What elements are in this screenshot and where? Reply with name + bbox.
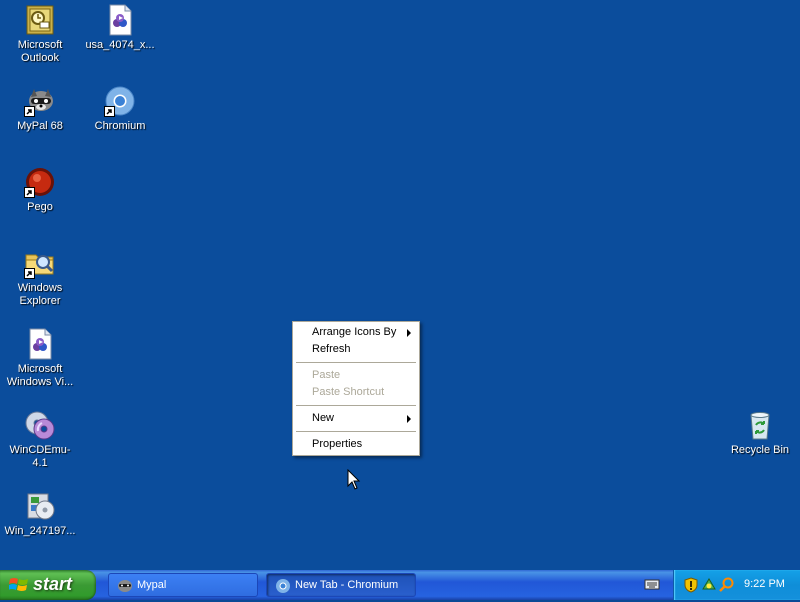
desktop-icon-win-247197[interactable]: Win_247197... [2, 490, 78, 538]
explorer-icon [24, 247, 56, 279]
chromium-icon [104, 85, 136, 117]
desktop-icon-wincdemu[interactable]: WinCDEmu-4.1 [2, 409, 78, 470]
menu-separator [296, 405, 416, 406]
media-file-icon [24, 328, 56, 360]
menu-item-paste: Paste [293, 367, 419, 384]
mypal-icon [24, 85, 56, 117]
menu-item-label: Arrange Icons By [312, 326, 397, 338]
desktop-icon-label: WinCDEmu-4.1 [9, 444, 71, 469]
cd-icon [24, 409, 56, 441]
menu-item-label: Paste [312, 369, 341, 381]
taskbar: start Mypal New Tab - Chromium 9:22 PM [0, 570, 800, 600]
desktop-icon-windows-explorer[interactable]: Windows Explorer [2, 247, 78, 308]
search-icon[interactable] [719, 577, 735, 593]
desktop-icon-microsoft-outlook[interactable]: Microsoft Outlook [2, 4, 78, 65]
menu-item-label: Paste Shortcut [312, 386, 385, 398]
desktop-icon-label: Pego [27, 201, 53, 213]
menu-item-label: Refresh [312, 343, 351, 355]
taskbar-button-mypal[interactable]: Mypal [108, 573, 258, 597]
mypal-icon [117, 578, 133, 594]
menu-item-refresh[interactable]: Refresh [293, 341, 419, 358]
desktop-icon-recycle-bin[interactable]: Recycle Bin [722, 409, 798, 457]
desktop-icon-label: Chromium [94, 120, 146, 132]
desktop-icon-pego[interactable]: Pego [2, 166, 78, 214]
installer-icon [24, 490, 56, 522]
desktop-icon-label: Recycle Bin [730, 444, 790, 456]
menu-item-label: New [312, 412, 335, 424]
desktop-icon-usa-4074[interactable]: usa_4074_x... [82, 4, 158, 52]
desktop-icon-chromium[interactable]: Chromium [82, 85, 158, 133]
chromium-icon [275, 578, 291, 594]
desktop[interactable]: Microsoft Outlook usa_4074_x... MyPal 68… [0, 0, 800, 570]
desktop-icon-label: Microsoft Outlook [17, 39, 63, 64]
start-label: start [33, 574, 73, 594]
media-file-icon [104, 4, 136, 36]
menu-separator [296, 362, 416, 363]
menu-separator [296, 431, 416, 432]
menu-item-arrange-icons-by[interactable]: Arrange Icons By [293, 324, 419, 341]
desktop-icon-microsoft-windows-vi[interactable]: Microsoft Windows Vi... [2, 328, 78, 389]
desktop-icon-label: Win_247197... [4, 525, 76, 537]
menu-item-properties[interactable]: Properties [293, 436, 419, 453]
recycle-bin-icon [744, 409, 776, 441]
mouse-pointer-icon [347, 468, 361, 494]
pego-icon [24, 166, 56, 198]
menu-item-paste-shortcut: Paste Shortcut [293, 384, 419, 401]
keyboard-icon[interactable] [644, 577, 660, 594]
shortcut-arrow-icon [24, 268, 35, 279]
desktop-icon-mypal-68[interactable]: MyPal 68 [2, 85, 78, 133]
submenu-arrow-icon [407, 329, 411, 337]
shortcut-arrow-icon [24, 187, 35, 198]
taskbar-button-chromium[interactable]: New Tab - Chromium [266, 573, 416, 597]
shortcut-arrow-icon [24, 106, 35, 117]
taskbar-button-label: Mypal [137, 579, 167, 591]
start-button[interactable]: start [0, 570, 96, 600]
taskbar-button-label: New Tab - Chromium [295, 579, 399, 591]
desktop-icon-label: Windows Explorer [17, 282, 63, 307]
outlook-icon [24, 4, 56, 36]
submenu-arrow-icon [407, 415, 411, 423]
system-tray: 9:22 PM [673, 570, 800, 600]
network-icon[interactable] [701, 577, 717, 593]
menu-item-new[interactable]: New [293, 410, 419, 427]
desktop-icon-label: usa_4074_x... [85, 39, 155, 51]
desktop-icon-label: MyPal 68 [17, 120, 63, 132]
security-shield-icon[interactable] [683, 577, 699, 593]
desktop-icon-label: Microsoft Windows Vi... [6, 363, 74, 388]
clock[interactable]: 9:22 PM [744, 578, 785, 590]
menu-item-label: Properties [312, 438, 363, 450]
windows-logo-icon [8, 576, 29, 599]
desktop-context-menu: Arrange Icons By Refresh Paste Paste Sho… [292, 321, 420, 456]
shortcut-arrow-icon [104, 106, 115, 117]
